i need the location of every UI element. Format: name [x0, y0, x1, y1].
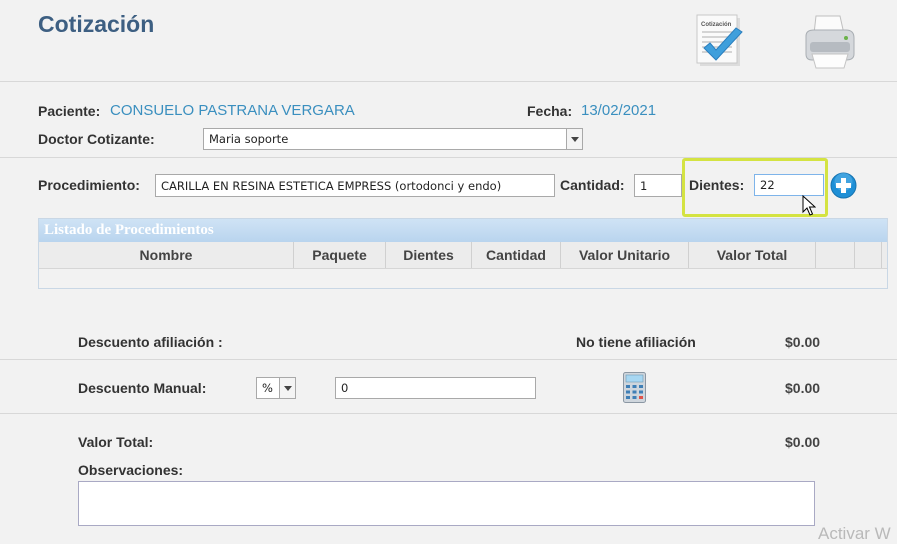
calculator-icon — [623, 372, 646, 403]
quantity-label: Cantidad: — [560, 177, 625, 193]
quantity-input[interactable]: 1 — [634, 174, 682, 197]
manual-discount-label: Descuento Manual: — [78, 380, 207, 396]
affiliation-amount: $0.00 — [785, 334, 821, 350]
column-header-package[interactable]: Paquete — [294, 242, 386, 268]
discount-type-value: % — [262, 381, 273, 395]
print-button[interactable] — [800, 12, 858, 70]
column-header-action-1 — [816, 242, 855, 268]
grid-header: Nombre Paquete Dientes Cantidad Valor Un… — [39, 242, 887, 269]
column-header-unit-value[interactable]: Valor Unitario — [561, 242, 689, 268]
procedure-input[interactable]: CARILLA EN RESINA ESTETICA EMPRESS (orto… — [155, 174, 555, 197]
quote-document-icon — [696, 14, 743, 66]
chevron-down-icon[interactable] — [566, 129, 582, 149]
notes-label: Observaciones: — [78, 462, 184, 478]
manual-discount-input[interactable]: 0 — [335, 377, 536, 399]
divider — [0, 81, 897, 82]
activation-watermark: Activar W — [818, 524, 891, 543]
manual-discount-amount: $0.00 — [785, 380, 821, 396]
plus-circle-icon — [830, 172, 857, 199]
procedures-grid: Listado de Procedimientos Nombre Paquete… — [38, 218, 888, 289]
discount-type-select[interactable]: % — [256, 377, 296, 399]
notes-textarea[interactable] — [78, 481, 815, 526]
column-header-action-2 — [855, 242, 882, 268]
quantity-input-value: 1 — [640, 178, 648, 193]
total-label: Valor Total: — [78, 434, 154, 450]
teeth-input[interactable]: 22 — [754, 174, 824, 196]
date-label: Fecha: — [527, 103, 573, 119]
quote-button[interactable]: Cotización — [694, 12, 748, 70]
doctor-select-value: Maria soporte — [209, 132, 289, 146]
add-procedure-button[interactable] — [830, 172, 857, 199]
quote-icon-caption: Cotización — [701, 22, 732, 28]
doctor-select[interactable]: Maria soporte — [203, 128, 583, 150]
patient-label: Paciente: — [38, 103, 101, 119]
mouse-cursor-icon — [802, 194, 817, 217]
procedure-label: Procedimiento: — [38, 177, 140, 193]
calculator-button[interactable] — [623, 372, 646, 403]
column-header-name[interactable]: Nombre — [39, 242, 294, 268]
column-header-total-value[interactable]: Valor Total — [689, 242, 816, 268]
column-header-teeth[interactable]: Dientes — [386, 242, 472, 268]
divider — [0, 359, 897, 360]
manual-discount-value: 0 — [341, 381, 349, 395]
patient-name: CONSUELO PASTRANA VERGARA — [110, 102, 355, 119]
grid-caption: Listado de Procedimientos — [39, 219, 887, 242]
teeth-label: Dientes: — [689, 177, 745, 193]
teeth-input-value: 22 — [760, 178, 775, 192]
total-amount: $0.00 — [785, 434, 821, 450]
affiliation-status: No tiene afiliación — [576, 334, 696, 350]
affiliation-discount-label: Descuento afiliación : — [78, 334, 223, 350]
date-value: 13/02/2021 — [581, 102, 657, 119]
divider — [0, 413, 897, 414]
procedure-input-value: CARILLA EN RESINA ESTETICA EMPRESS (orto… — [161, 178, 502, 193]
chevron-down-icon[interactable] — [279, 378, 295, 398]
doctor-label: Doctor Cotizante: — [38, 131, 155, 147]
column-header-quantity[interactable]: Cantidad — [472, 242, 561, 268]
page-title: Cotización — [38, 11, 155, 37]
printer-icon — [805, 15, 855, 69]
